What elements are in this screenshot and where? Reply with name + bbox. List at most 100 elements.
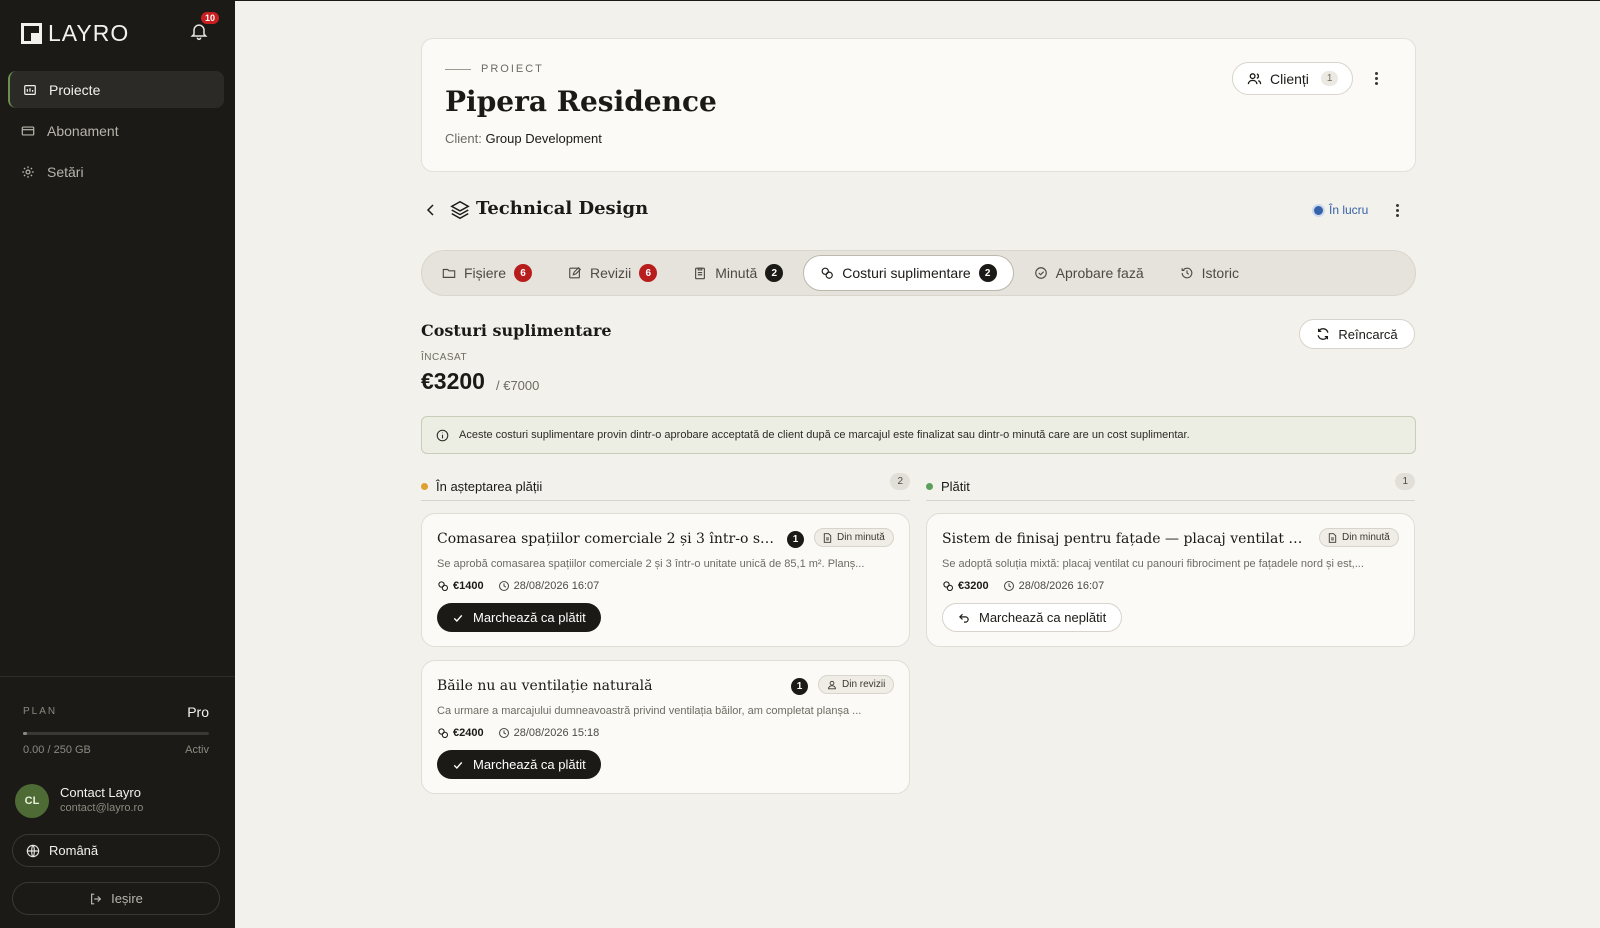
- logo[interactable]: LAYRO: [21, 20, 129, 47]
- status-dot: [1314, 205, 1323, 215]
- mark-paid-button[interactable]: Marchează ca plătit: [437, 603, 601, 632]
- info-icon: [436, 429, 449, 441]
- cost-source-label: Din minută: [837, 532, 885, 543]
- cost-date: 28/08/2026 16:07: [1003, 580, 1104, 592]
- storage-bar-fill: [23, 732, 27, 735]
- globe-icon: [26, 844, 40, 857]
- collected-total: / €7000: [496, 378, 540, 393]
- collected-label: ÎNCASAT: [421, 352, 468, 363]
- paid-column-title: Plătit: [941, 479, 970, 494]
- clients-button[interactable]: Clienți 1: [1232, 62, 1353, 95]
- cost-date: 28/08/2026 16:07: [498, 580, 599, 592]
- cost-description: Se aprobă comasarea spațiilor comerciale…: [437, 558, 865, 570]
- phase-more-icon[interactable]: [1389, 202, 1405, 218]
- pending-column-title: În așteptarea plății: [436, 479, 543, 494]
- project-kicker: PROIECT: [445, 63, 544, 75]
- bell-icon[interactable]: [189, 21, 209, 41]
- tab-label: Costuri suplimentare: [842, 265, 971, 281]
- clock-icon: [498, 727, 509, 739]
- project-title: Pipera Residence: [445, 85, 717, 118]
- mark-paid-button[interactable]: Marchează ca plătit: [437, 750, 601, 779]
- info-text: Aceste costuri suplimentare provin dintr…: [459, 429, 1190, 441]
- chevron-left-icon[interactable]: [423, 202, 439, 218]
- cost-amount-value: €2400: [453, 727, 484, 739]
- project-more-icon[interactable]: [1368, 70, 1384, 86]
- tab-minutes[interactable]: Minută 2: [677, 255, 799, 291]
- tab-label: Fișiere: [464, 265, 507, 281]
- notifications-badge: 10: [201, 12, 220, 24]
- sidebar-item-settings[interactable]: Setări: [8, 153, 224, 190]
- undo-icon: [959, 613, 969, 623]
- tab-badge: 6: [639, 264, 658, 282]
- sidebar-item-label: Proiecte: [49, 81, 101, 98]
- section-title: Costuri suplimentare: [421, 321, 612, 340]
- sidebar-item-label: Abonament: [47, 122, 119, 139]
- tab-badge: 6: [514, 264, 533, 282]
- edit-icon: [569, 266, 582, 279]
- clock-icon: [498, 580, 509, 592]
- storage-bar: [23, 732, 209, 735]
- cost-amount: €3200: [942, 580, 989, 592]
- tab-badge: 2: [765, 264, 784, 282]
- mark-unpaid-button[interactable]: Marchează ca neplătit: [942, 603, 1123, 632]
- cost-card[interactable]: Comasarea spațiilor comerciale 2 și 3 în…: [421, 513, 910, 647]
- logout-button[interactable]: Ieșire: [12, 882, 220, 915]
- cost-card[interactable]: Sistem de finisaj pentru fațade — placaj…: [926, 513, 1415, 647]
- users-icon: [1247, 73, 1262, 85]
- reload-button[interactable]: Reîncarcă: [1299, 319, 1415, 349]
- cost-source-badge: Din minută: [1319, 528, 1399, 547]
- clock-icon: [1003, 580, 1014, 592]
- avatar[interactable]: CL: [15, 784, 49, 818]
- plan-value: Pro: [187, 704, 209, 720]
- client-label: Client:: [445, 131, 482, 146]
- mark-paid-label: Marchează ca plătit: [473, 610, 586, 625]
- phase-status-label: În lucru: [1329, 203, 1369, 217]
- language-button[interactable]: Română: [12, 834, 220, 867]
- coins-icon: [438, 581, 449, 592]
- cost-amount-value: €1400: [453, 580, 484, 592]
- sidebar-item-projects[interactable]: Proiecte: [8, 71, 224, 108]
- kicker-line: [445, 68, 471, 70]
- mark-unpaid-label: Marchează ca neplătit: [979, 610, 1107, 625]
- cost-meta: €1400 28/08/2026 16:07: [437, 580, 599, 592]
- clients-count: 1: [1320, 71, 1339, 86]
- cost-title: Băile nu au ventilație naturală: [437, 678, 653, 694]
- tab-extra-costs[interactable]: Costuri suplimentare 2: [803, 255, 1014, 291]
- sidebar-nav: Proiecte Abonament Setări: [8, 71, 224, 194]
- plan-label: PLAN: [23, 706, 58, 717]
- paid-dot: [926, 483, 933, 490]
- sidebar-item-subscription[interactable]: Abonament: [8, 112, 224, 149]
- check-circle-icon: [1034, 267, 1047, 279]
- cost-source-label: Din revizii: [842, 679, 886, 690]
- tab-files[interactable]: Fișiere 6: [426, 255, 548, 291]
- logo-mark-icon: [21, 23, 42, 44]
- phase-title: Technical Design: [476, 198, 649, 219]
- cost-source-badge: Din revizii: [818, 675, 895, 694]
- logout-label: Ieșire: [111, 891, 143, 906]
- phase-header: Technical Design În lucru: [421, 198, 1416, 226]
- user-icon: [828, 680, 836, 689]
- cost-card[interactable]: Băile nu au ventilație naturală 1 Din re…: [421, 660, 910, 794]
- client-name: Group Development: [485, 131, 602, 146]
- tab-history[interactable]: Istoric: [1164, 255, 1255, 291]
- coins-icon: [821, 267, 834, 279]
- tab-phase-approval[interactable]: Aprobare fază: [1018, 255, 1160, 291]
- phase-tabs: Fișiere 6 Revizii 6 Minută 2 Costuri sup…: [421, 250, 1416, 296]
- check-icon: [453, 761, 463, 769]
- coins-icon: [438, 728, 449, 739]
- cost-amount-value: €3200: [958, 580, 989, 592]
- cost-number-badge: 1: [791, 678, 808, 695]
- storage-status: Activ: [185, 744, 209, 756]
- projects-icon: [24, 84, 36, 95]
- refresh-icon: [1317, 328, 1329, 340]
- cost-description: Se adoptă soluția mixtă: placaj ventilat…: [942, 558, 1364, 570]
- document-icon: [823, 532, 832, 543]
- tab-label: Revizii: [590, 265, 632, 281]
- cost-amount: €1400: [437, 580, 484, 592]
- pending-column-count: 2: [890, 473, 910, 490]
- project-client: Client: Group Development: [445, 131, 602, 146]
- cost-amount: €2400: [437, 727, 484, 739]
- cost-date: 28/08/2026 15:18: [498, 727, 599, 739]
- tab-label: Istoric: [1201, 265, 1239, 281]
- tab-revisions[interactable]: Revizii 6: [552, 255, 673, 291]
